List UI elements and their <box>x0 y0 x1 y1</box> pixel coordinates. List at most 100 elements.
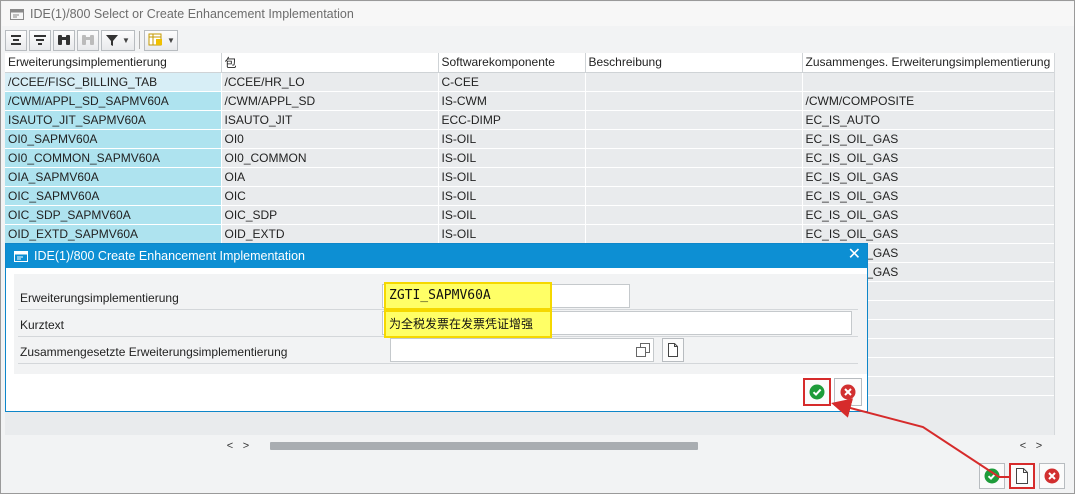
scroll-right-icon[interactable]: > <box>238 440 254 452</box>
table-row[interactable]: OI0_SAPMV60A OI0 IS-OIL EC_IS_OIL_GAS <box>5 129 1054 149</box>
short-text-input[interactable]: 为全税发票在发票凭证增强 <box>384 310 552 338</box>
scroll-thumb[interactable] <box>270 442 698 450</box>
table-row[interactable]: OI0_COMMON_SAPMV60A OI0_COMMON IS-OIL EC_IS… <box>5 148 1054 168</box>
dialog-buttons <box>803 378 865 406</box>
table-cell[interactable]: OIA_SAPMV60A <box>5 167 222 187</box>
table-cell[interactable] <box>585 205 803 225</box>
composite-implementation-input[interactable] <box>390 338 654 362</box>
column-header[interactable]: Zusammenges. Erweiterungsimplementierung <box>802 53 1054 73</box>
table-cell[interactable]: OIC_SAPMV60A <box>5 186 222 206</box>
table-cell[interactable]: /CCEE/HR_LO <box>221 72 439 92</box>
table-cell[interactable]: /CWM/APPL_SD_SAPMV60A <box>5 91 222 111</box>
table-cell[interactable] <box>585 186 803 206</box>
column-header[interactable]: Softwarekomponente <box>438 53 586 73</box>
table-cell[interactable] <box>585 110 803 130</box>
table-cell[interactable]: OI0_COMMON_SAPMV60A <box>5 148 222 168</box>
implementation-name-input[interactable]: ZGTI_SAPMV60A <box>384 282 552 310</box>
scroll-track[interactable] <box>256 442 1052 450</box>
table-cell[interactable]: OIC <box>221 186 439 206</box>
window-title-bar: IDE(1)/800 Select or Create Enhancement … <box>2 2 1074 26</box>
dialog-confirm-button[interactable] <box>803 378 831 406</box>
table-cell[interactable]: /CCEE/FISC_BILLING_TAB <box>5 72 222 92</box>
table-cell[interactable]: IS-OIL <box>438 129 586 149</box>
dialog-cancel-button[interactable] <box>834 378 862 406</box>
column-header[interactable]: 包 <box>221 53 439 73</box>
layout-icon[interactable]: ▼ <box>144 29 178 51</box>
toolbar-separator <box>139 31 140 49</box>
table-cell[interactable]: EC_IS_OIL_GAS <box>802 167 1054 187</box>
table-row[interactable]: OIC_SAPMV60A OIC IS-OIL EC_IS_OIL_GAS <box>5 186 1054 206</box>
table-cell[interactable]: OIA <box>221 167 439 187</box>
table-cell[interactable]: IS-OIL <box>438 224 586 244</box>
check-icon <box>984 468 1000 484</box>
table-cell[interactable] <box>802 72 1054 92</box>
vertical-scrollbar[interactable] <box>1054 53 1072 435</box>
alv-toolbar: ▼ ▼ <box>5 29 180 51</box>
window-button-bar <box>979 463 1069 489</box>
table-cell[interactable]: OI0_COMMON <box>221 148 439 168</box>
table-cell[interactable] <box>585 72 803 92</box>
cancel-button[interactable] <box>1039 463 1065 489</box>
table-cell[interactable]: OI0 <box>221 129 439 149</box>
table-cell[interactable]: OIC_SDP <box>221 205 439 225</box>
table-cell[interactable]: IS-OIL <box>438 186 586 206</box>
scroll-left-icon[interactable]: < <box>222 440 238 452</box>
table-row[interactable]: OIA_SAPMV60A OIA IS-OIL EC_IS_OIL_GAS <box>5 167 1054 187</box>
table-cell[interactable]: EC_IS_OIL_GAS <box>802 205 1054 225</box>
field-label: Erweiterungsimplementierung <box>20 291 179 305</box>
horizontal-scrollbar[interactable]: < > <box>222 439 1054 453</box>
close-icon[interactable]: ✕ <box>848 247 861 263</box>
binoculars-find-next-icon[interactable] <box>77 29 99 51</box>
table-row[interactable]: OIC_SDP_SAPMV60A OIC_SDP IS-OIL EC_IS_OIL_G… <box>5 205 1054 225</box>
table-cell[interactable]: OIC_SDP_SAPMV60A <box>5 205 222 225</box>
window-icon <box>14 250 28 262</box>
column-header[interactable]: Beschreibung <box>585 53 803 73</box>
table-cell[interactable] <box>585 129 803 149</box>
chevron-down-icon: ▼ <box>167 35 175 45</box>
table-cell[interactable]: EC_IS_AUTO <box>802 110 1054 130</box>
field-label: Zusammengesetzte Erweiterungsimplementie… <box>20 345 288 359</box>
table-cell[interactable]: EC_IS_OIL_GAS <box>802 129 1054 149</box>
filter-icon[interactable]: ▼ <box>101 29 135 51</box>
table-header-row: Erweiterungsimplementierung 包 Softwareko… <box>5 53 1054 73</box>
table-cell[interactable]: OI0_SAPMV60A <box>5 129 222 149</box>
table-cell[interactable] <box>585 148 803 168</box>
table-cell[interactable]: OID_EXTD_SAPMV60A <box>5 224 222 244</box>
table-row[interactable]: /CWM/APPL_SD_SAPMV60A/CWM/APPL_SD IS-CWM /… <box>5 91 1054 111</box>
table-row[interactable]: /CCEE/FISC_BILLING_TAB/CCEE/HR_LO C-CEE <box>5 72 1054 92</box>
confirm-button[interactable] <box>979 463 1005 489</box>
table-cell[interactable]: ECC-DIMP <box>438 110 586 130</box>
sort-ascending-icon[interactable] <box>5 29 27 51</box>
table-cell[interactable] <box>585 167 803 187</box>
scroll-right-icon[interactable]: > <box>1031 440 1047 452</box>
table-row[interactable]: OID_EXTD_SAPMV60A OID_EXTD IS-OIL EC_IS_OIL… <box>5 224 1054 244</box>
table-cell[interactable]: OID_EXTD <box>221 224 439 244</box>
cancel-icon <box>1044 468 1060 484</box>
window-icon <box>10 8 24 20</box>
table-cell[interactable] <box>585 91 803 111</box>
create-composite-button[interactable] <box>662 338 684 362</box>
table-cell[interactable]: ISAUTO_JIT_SAPMV60A <box>5 110 222 130</box>
new-document-icon <box>1016 468 1028 484</box>
value-help-icon[interactable] <box>636 343 650 357</box>
create-button[interactable] <box>1009 463 1035 489</box>
table-cell[interactable]: EC_IS_OIL_GAS <box>802 186 1054 206</box>
table-cell[interactable]: IS-OIL <box>438 205 586 225</box>
binoculars-find-icon[interactable] <box>53 29 75 51</box>
chevron-down-icon: ▼ <box>122 35 130 45</box>
column-header[interactable]: Erweiterungsimplementierung <box>5 53 222 73</box>
table-cell[interactable]: C-CEE <box>438 72 586 92</box>
cancel-icon <box>840 384 856 400</box>
table-cell[interactable]: IS-CWM <box>438 91 586 111</box>
table-cell[interactable]: /CWM/COMPOSITE <box>802 91 1054 111</box>
table-cell[interactable] <box>585 224 803 244</box>
scroll-left-icon[interactable]: < <box>1015 440 1031 452</box>
table-cell[interactable]: EC_IS_OIL_GAS <box>802 148 1054 168</box>
table-cell[interactable]: ISAUTO_JIT <box>221 110 439 130</box>
table-cell[interactable]: IS-OIL <box>438 148 586 168</box>
filter-lines-icon[interactable] <box>29 29 51 51</box>
table-cell[interactable]: IS-OIL <box>438 167 586 187</box>
table-cell[interactable]: /CWM/APPL_SD <box>221 91 439 111</box>
table-row[interactable]: ISAUTO_JIT_SAPMV60A ISAUTO_JIT ECC-DIMP EC_… <box>5 110 1054 130</box>
table-cell[interactable]: EC_IS_OIL_GAS <box>802 224 1054 244</box>
